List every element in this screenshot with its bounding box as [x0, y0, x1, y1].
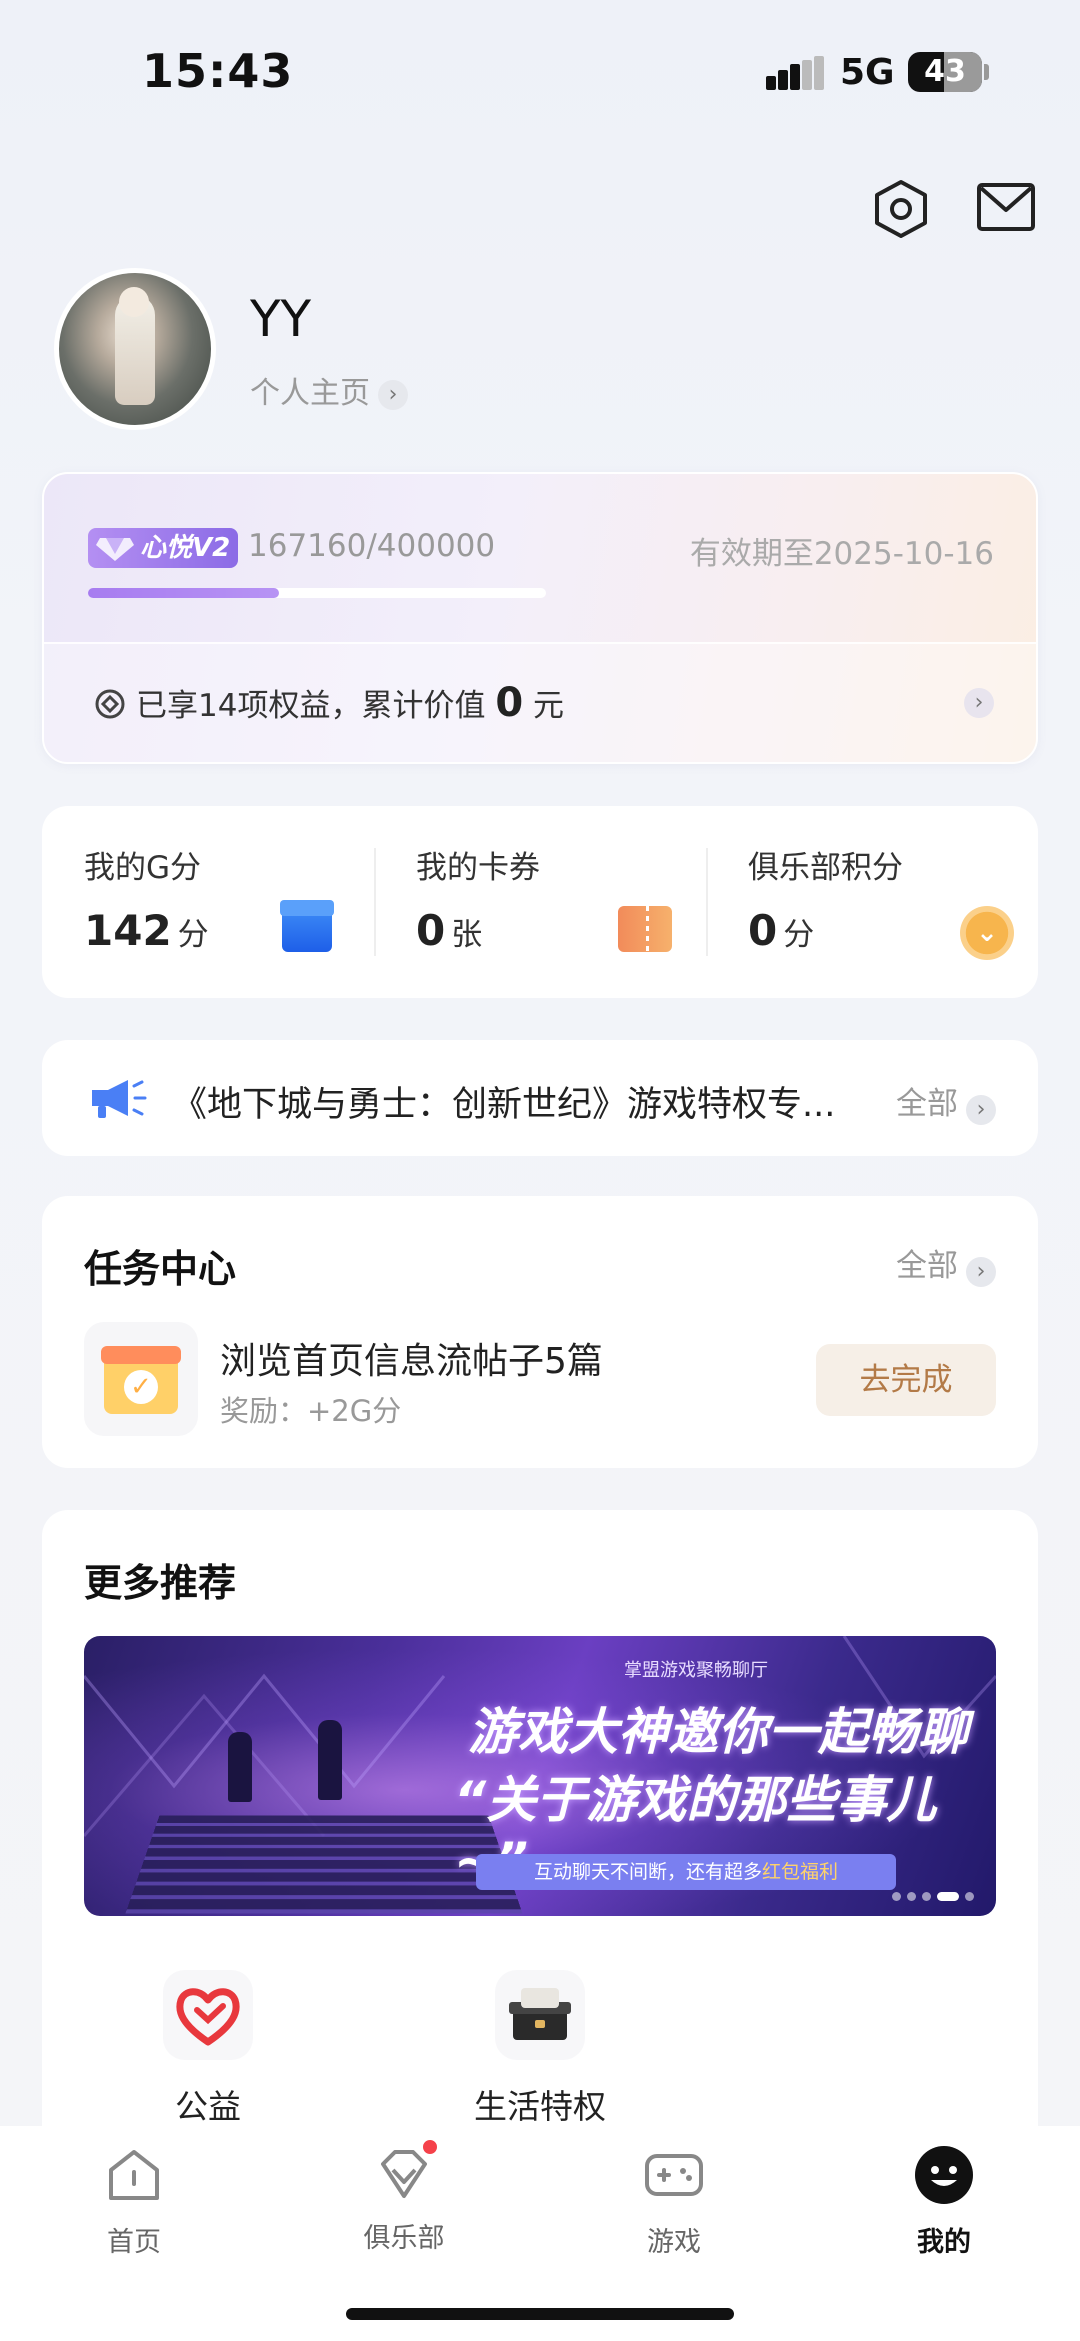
- g-box-icon: [280, 900, 334, 952]
- pill-text: 互动聊天不间断，还有超多: [533, 1861, 762, 1883]
- benefit-unit: 元: [533, 688, 565, 724]
- gift-box-icon: [495, 1970, 585, 2060]
- all-label: 全部: [896, 1086, 958, 1122]
- battery-icon: 43: [908, 52, 982, 92]
- network-type: 5G: [840, 52, 895, 93]
- entry-life-privilege[interactable]: 生活特权: [440, 1970, 640, 2128]
- entry-charity[interactable]: 公益: [108, 1970, 308, 2128]
- vip-progress-text: 167160/400000: [248, 528, 496, 564]
- task-icon: ✓: [84, 1322, 198, 1436]
- g-points-number: 142: [84, 906, 172, 955]
- battery-tip: [984, 64, 989, 80]
- task-reward: 奖励：+2G分: [220, 1394, 402, 1428]
- club-points-unit: 分: [783, 917, 815, 953]
- silhouette: [228, 1732, 252, 1802]
- benefit-value: 0: [495, 680, 524, 726]
- megaphone-icon: [92, 1080, 147, 1118]
- username[interactable]: YY: [250, 290, 311, 348]
- task-all-link[interactable]: 全部 ›: [896, 1240, 996, 1287]
- tab-label: 我的: [917, 2227, 971, 2258]
- settings-hexagon-icon[interactable]: [870, 178, 932, 240]
- signal-icon: [766, 56, 824, 90]
- notice-bar[interactable]: 《地下城与勇士：创新世纪》游戏特权专... 全部 ›: [42, 1040, 1038, 1156]
- status-time: 15:43: [142, 44, 294, 98]
- club-points-value: 0分: [748, 906, 814, 955]
- battery-level: 43: [924, 54, 966, 89]
- vip-progress-bar: [88, 588, 546, 598]
- tab-label: 俱乐部: [363, 2223, 445, 2254]
- g-points-unit: 分: [177, 917, 209, 953]
- notification-dot: [421, 2138, 439, 2156]
- tab-mine[interactable]: 我的: [864, 2144, 1024, 2259]
- club-points-number: 0: [748, 906, 778, 955]
- avatar[interactable]: [54, 268, 216, 430]
- promo-banner[interactable]: 掌盟游戏聚畅聊厅 游戏大神邀你一起畅聊 “关于游戏的那些事儿~” 互动聊天不间断…: [84, 1636, 996, 1916]
- task-complete-button[interactable]: 去完成: [816, 1344, 996, 1416]
- silhouette: [318, 1720, 342, 1800]
- banner-pill: 互动聊天不间断，还有超多红包福利: [476, 1854, 896, 1890]
- charity-heart-icon: [163, 1970, 253, 2060]
- coupons-number: 0: [416, 906, 446, 955]
- club-points-label: 俱乐部积分: [748, 850, 903, 886]
- g-points-label: 我的G分: [84, 850, 202, 886]
- coupons-label: 我的卡券: [416, 850, 540, 886]
- coupons-item[interactable]: 我的卡券 0张: [374, 806, 706, 998]
- benefit-diamond-icon: [95, 689, 125, 719]
- notice-all-link[interactable]: 全部 ›: [896, 1078, 996, 1125]
- chevron-right-icon[interactable]: ›: [964, 688, 994, 718]
- mail-icon[interactable]: [976, 182, 1036, 232]
- tab-games[interactable]: 游戏: [594, 2144, 754, 2259]
- task-box-check-icon: ✓: [101, 1346, 181, 1414]
- vip-card[interactable]: 心悦V2 167160/400000 有效期至2025-10-16 已享14项权…: [42, 472, 1038, 764]
- home-indicator: [346, 2308, 734, 2320]
- homepage-link[interactable]: 个人主页 ›: [250, 368, 408, 412]
- entry-label: 公益: [175, 2087, 241, 2126]
- coupons-unit: 张: [451, 917, 483, 953]
- banner-subtitle: 掌盟游戏聚畅聊厅: [624, 1660, 768, 1681]
- vip-benefit-text: 已享14项权益，累计价值 0 元: [136, 680, 564, 726]
- carousel-dots: [886, 1886, 974, 1905]
- points-card: 我的G分 142 分 我的卡券 0张 俱乐部积分 0分 ⌄: [42, 806, 1038, 998]
- tab-home[interactable]: 首页: [54, 2144, 214, 2259]
- gamepad-icon: [645, 2154, 703, 2196]
- homepage-label: 个人主页: [250, 376, 370, 411]
- vip-expiry: 有效期至2025-10-16: [689, 536, 994, 572]
- g-points-value: 142 分: [84, 906, 209, 955]
- recommend-title: 更多推荐: [84, 1561, 237, 1605]
- profile-smile-icon: [915, 2146, 973, 2204]
- task-name: 浏览首页信息流帖子5篇: [220, 1341, 603, 1382]
- club-points-item[interactable]: 俱乐部积分 0分: [706, 806, 1038, 998]
- banner-headline: 游戏大神邀你一起畅聊: [468, 1703, 968, 1761]
- vip-level-label: 心悦V2: [140, 533, 231, 563]
- chevron-right-icon: ›: [966, 1094, 996, 1125]
- entry-label: 生活特权: [474, 2087, 606, 2126]
- pill-highlight: 红包福利: [762, 1861, 839, 1883]
- chevron-right-icon: ›: [966, 1256, 996, 1287]
- recommend-card: 更多推荐 掌盟游戏聚畅聊厅 游戏大神邀你一起畅聊 “关于游戏的那些事儿~” 互动…: [42, 1510, 1038, 2210]
- coin-chevron-icon: ⌄: [960, 906, 1014, 960]
- task-center-title: 任务中心: [84, 1247, 237, 1291]
- coupons-value: 0张: [416, 906, 482, 955]
- vip-level-badge: 心悦V2: [88, 528, 238, 568]
- ticket-icon: [618, 906, 672, 952]
- diamond-icon: [96, 538, 134, 561]
- tab-club[interactable]: 俱乐部: [324, 2138, 484, 2255]
- chevron-right-icon: ›: [378, 379, 408, 410]
- home-icon: [109, 2150, 159, 2200]
- tab-label: 首页: [107, 2227, 161, 2258]
- benefit-prefix: 已享14项权益，累计价值: [136, 688, 486, 724]
- tab-label: 游戏: [647, 2227, 701, 2258]
- notice-text: 《地下城与勇士：创新世纪》游戏特权专...: [172, 1085, 836, 1125]
- vip-progress-fill: [88, 588, 280, 598]
- task-center-card: 任务中心 全部 › ✓ 浏览首页信息流帖子5篇 奖励：+2G分 去完成: [42, 1196, 1038, 1468]
- all-label: 全部: [896, 1248, 958, 1284]
